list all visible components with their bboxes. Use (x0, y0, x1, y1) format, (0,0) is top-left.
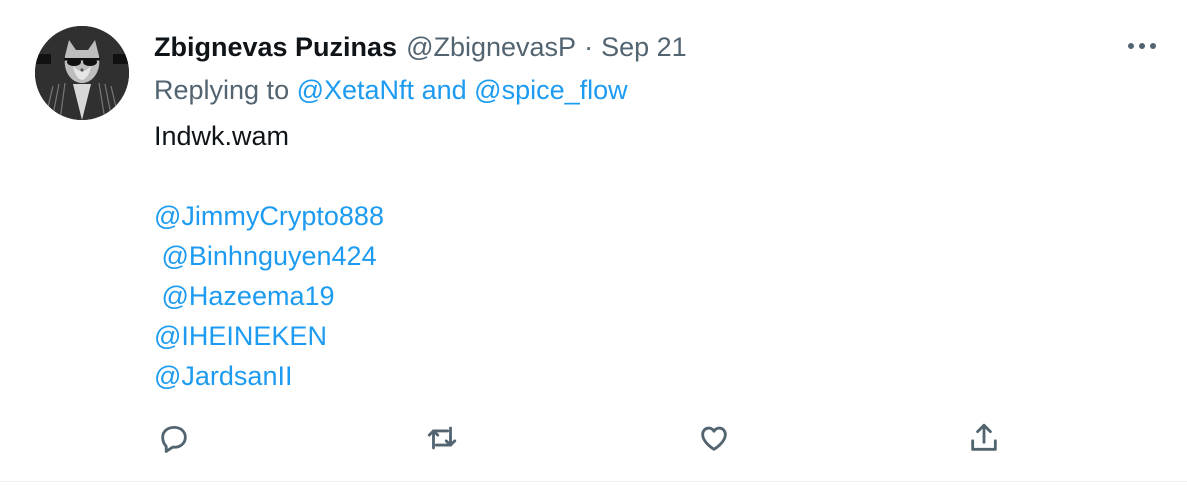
more-horizontal-icon (1128, 43, 1156, 49)
reply-button[interactable] (154, 418, 194, 458)
tweet-text-blank-line (154, 156, 384, 196)
replying-to-prefix: Replying to (154, 75, 290, 105)
tweet-text-line: Indwk.wam (154, 121, 290, 151)
tweet-actions (154, 418, 1014, 458)
share-icon (971, 423, 997, 451)
more-options-button[interactable] (1121, 32, 1163, 60)
share-button[interactable] (964, 418, 1004, 458)
tweet-date[interactable]: Sep 21 (601, 30, 687, 64)
mention-link[interactable]: @Hazeema19 (154, 276, 384, 316)
replying-to: Replying to @XetaNft and @spice_flow (154, 72, 628, 108)
tweet-header: Zbignevas Puzinas @ZbignevasP · Sep 21 (154, 30, 687, 64)
retweet-button[interactable] (422, 418, 462, 458)
mention-link[interactable]: @Binhnguyen424 (154, 236, 384, 276)
mention-link[interactable]: @JardsanII (154, 356, 384, 396)
mention-link[interactable]: @IHEINEKEN (154, 316, 384, 356)
replying-to-user-xetanft[interactable]: @XetaNft (297, 75, 414, 105)
mention-link[interactable]: @JimmyCrypto888 (154, 196, 384, 236)
avatar[interactable] (35, 26, 129, 120)
avatar-image (35, 26, 129, 120)
retweet-icon (427, 426, 457, 450)
heart-icon (701, 426, 727, 451)
author-name[interactable]: Zbignevas Puzinas (154, 30, 397, 64)
like-button[interactable] (694, 418, 734, 458)
tweet-card[interactable]: Zbignevas Puzinas @ZbignevasP · Sep 21 R… (0, 0, 1187, 482)
replying-to-user-spice-flow[interactable]: @spice_flow (474, 75, 627, 105)
tweet-text: Indwk.wam @JimmyCrypto888 @Binhnguyen424… (154, 116, 384, 396)
header-separator: · (584, 32, 594, 62)
replying-to-joiner: and (421, 75, 467, 105)
author-handle[interactable]: @ZbignevasP (406, 30, 576, 64)
reply-icon (161, 425, 187, 453)
